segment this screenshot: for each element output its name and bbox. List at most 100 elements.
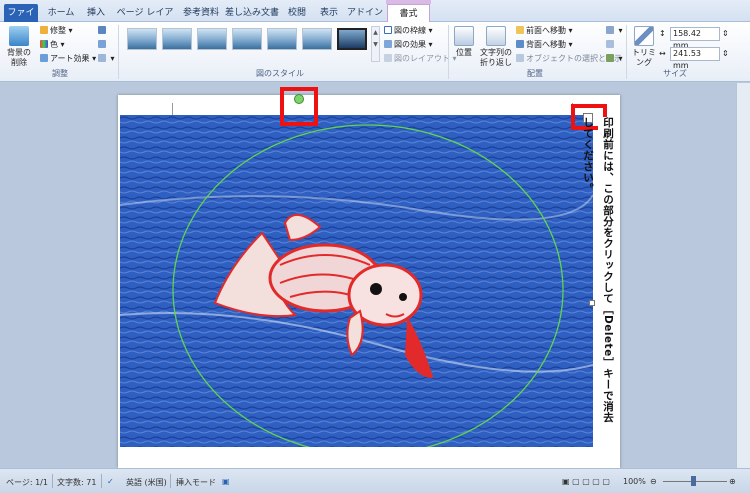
picture-style-3[interactable] [197,28,227,50]
corrections-icon [40,26,48,34]
tab-mailings[interactable]: 差し込み文書 [224,4,280,22]
artistic-effects-label: アート効果 [50,54,90,63]
word-count[interactable]: 文字数: 71 [57,477,96,488]
status-separator [101,474,102,488]
rotate-icon [606,54,614,62]
crop-icon [634,26,654,46]
picture-style-2[interactable] [162,28,192,50]
bring-forward-icon [516,26,524,34]
tab-home[interactable]: ホーム [42,4,80,22]
reset-picture-icon [98,54,106,62]
color-button[interactable]: 色 ▾ [40,39,65,51]
tab-format[interactable]: 書式 [387,4,430,23]
group-icon [606,40,614,48]
send-backward-icon [516,40,524,48]
arrange-group-label: 配置 [527,69,543,78]
picture-border-button[interactable]: 図の枠線 ▾ [384,25,433,37]
artistic-effects-icon [40,54,48,62]
remove-background-label: 背景の削除 [7,48,31,67]
wrap-text-icon [486,26,506,46]
change-picture-icon [98,40,106,48]
align-button[interactable]: ▾ [606,25,623,37]
remove-background-button[interactable]: 背景の削除 [4,26,34,68]
picture-style-4[interactable] [232,28,262,50]
zoom-out-icon[interactable]: ⊖ [650,477,657,486]
change-picture-button[interactable] [98,39,108,51]
wrap-text-button[interactable]: 文字列の折り返し [479,26,513,68]
resize-handle-right[interactable] [589,300,595,306]
adjust-group-label: 調整 [52,69,68,78]
group-separator [626,25,627,79]
group-objects-button[interactable] [606,39,616,51]
rotate-button[interactable]: ▾ [606,53,623,65]
group-separator [448,25,449,79]
bring-forward-button[interactable]: 前面へ移動 ▾ [516,25,573,37]
picture-effects-button[interactable]: 図の効果 ▾ [384,39,433,51]
picture-style-1[interactable] [127,28,157,50]
compress-icon [98,26,106,34]
language[interactable]: 英語 (米国) [126,477,167,488]
proofing-icon[interactable]: ✓ [107,477,114,486]
picture-style-7[interactable] [337,28,367,50]
delete-before-print-caption[interactable]: 印刷前には、この部分をクリックして［Delete］キーで消去してください。 [582,117,618,430]
width-spinner[interactable]: ⇕ [722,48,729,60]
corrections-label: 修整 [50,26,66,35]
zoom-in-icon[interactable]: ⊕ [729,477,736,486]
insert-mode[interactable]: 挿入モード [176,477,216,488]
view-buttons[interactable]: ▣ ▢ ▢ ▢ ▢ [562,477,610,486]
align-icon [606,26,614,34]
picture-border-label: 図の枠線 [394,26,426,35]
width-input[interactable]: 241.53 mm [670,47,720,70]
tab-insert[interactable]: 挿入 [82,4,110,22]
page-count[interactable]: ページ: 1/1 [6,477,48,488]
ribbon: 背景の削除 修整 ▾ 色 ▾ アート効果 ▾ ▾ 調整 ▲ ▼ 図の枠線 ▾ 図の… [0,22,750,82]
picture-styles-group-label: 図のスタイル [256,69,304,78]
tab-review[interactable]: 校閲 [283,4,311,22]
tab-addins[interactable]: アドイン [347,4,383,22]
crop-button[interactable]: トリミング [629,26,659,68]
status-separator [52,474,53,488]
picture-layout-icon [384,54,392,62]
send-backward-label: 背面へ移動 [526,40,566,49]
tab-view[interactable]: 表示 [314,4,344,22]
wrap-text-label: 文字列の折り返し [480,48,512,67]
zoom-level[interactable]: 100% [623,477,646,486]
height-input[interactable]: 158.42 mm [670,27,720,50]
gallery-more-button[interactable]: ▲ ▼ [371,26,380,62]
crop-label: トリミング [632,48,656,67]
bring-forward-label: 前面へ移動 [526,26,566,35]
compress-pictures-button[interactable] [98,25,108,37]
height-icon: ↕ [659,29,666,38]
picture-border-icon [384,26,392,34]
rotate-handle-highlight [280,87,318,126]
goldfish-drawing [120,115,593,447]
artistic-effects-button[interactable]: アート効果 ▾ [40,53,96,65]
macro-icon[interactable]: ▣ [222,477,230,486]
corrections-button[interactable]: 修整 ▾ [40,25,73,37]
color-label: 色 [50,40,58,49]
size-group-label: サイズ [663,69,687,78]
position-button[interactable]: 位置 [453,26,475,58]
margin-corner-mark [172,103,173,115]
height-spinner[interactable]: ⇕ [722,28,729,40]
picture-layout-label: 図のレイアウト [394,54,450,63]
selection-pane-icon [516,54,524,62]
status-separator [170,474,171,488]
goldfish-picture[interactable] [120,115,593,447]
picture-style-5[interactable] [267,28,297,50]
color-icon [40,40,48,48]
picture-layout-button[interactable]: 図のレイアウト ▾ [384,53,457,65]
tab-file[interactable]: ファイル [4,4,38,36]
vertical-scrollbar[interactable] [736,83,750,468]
status-bar: ページ: 1/1 文字数: 71 ✓ 英語 (米国) 挿入モード ▣ ▣ ▢ ▢… [0,468,750,493]
send-backward-button[interactable]: 背面へ移動 ▾ [516,39,573,51]
picture-style-6[interactable] [302,28,332,50]
width-icon: ↔ [659,49,666,58]
remove-background-icon [9,26,29,46]
position-icon [454,26,474,46]
tab-page-layout[interactable]: ページ レイアウト [113,4,177,36]
reset-picture-button[interactable]: ▾ [98,53,115,65]
tab-references[interactable]: 参考資料 [180,4,222,22]
group-separator [118,25,119,79]
zoom-slider-thumb[interactable] [691,476,696,486]
